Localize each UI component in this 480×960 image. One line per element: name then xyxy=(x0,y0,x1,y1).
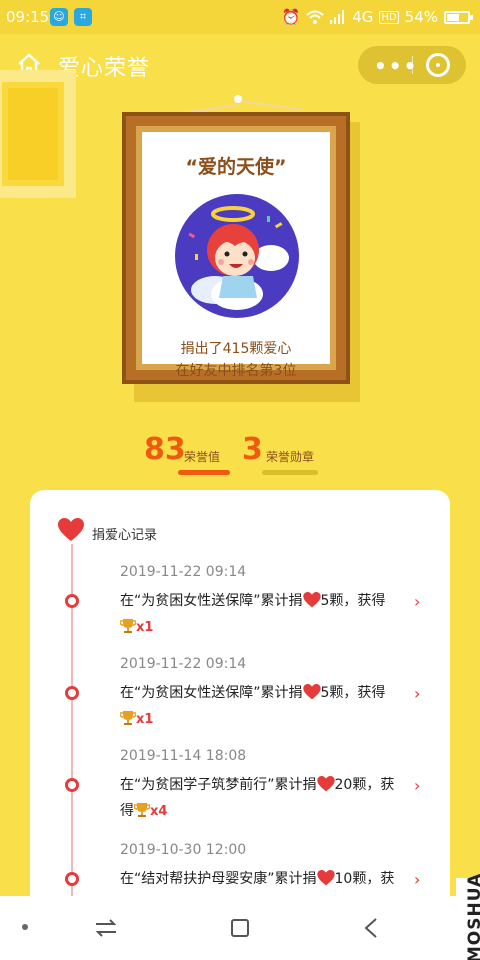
chevron-right-icon[interactable]: › xyxy=(414,776,420,795)
network-type: 4G xyxy=(352,8,374,26)
recents-square-icon[interactable] xyxy=(226,914,254,942)
donation-records-card: 捐爱心记录 2019-11-22 09:14 在“为贫困女性送保障”累计捐 5颗，… xyxy=(30,490,450,910)
medal-label[interactable]: 荣誉勋章 xyxy=(266,448,314,465)
angel-icon xyxy=(188,206,289,310)
record-project: 在“为贫困学子筑梦前行”累计捐 xyxy=(120,777,317,793)
record-text: 在“结对帮扶护母婴安康”累计捐 10颗，获 xyxy=(120,866,405,892)
status-right: ⏰ 4G HD 54% xyxy=(281,8,473,26)
timeline-dot xyxy=(65,872,79,886)
honor-stats: 83 荣誉值 3 荣誉勋章 xyxy=(0,430,480,480)
medal-multiplier: x1 xyxy=(136,620,154,635)
notification-app-icon: ☺ xyxy=(50,8,68,26)
honor-value-number: 83 xyxy=(144,432,186,467)
medal-multiplier: x4 xyxy=(150,804,168,819)
signal-icon xyxy=(330,10,345,24)
decorative-background-frame xyxy=(0,70,76,198)
nav-dot-icon[interactable] xyxy=(22,924,28,930)
chevron-right-icon[interactable]: › xyxy=(414,684,420,703)
watermark: MOSHUA xyxy=(456,873,480,960)
status-bar: 09:15 ☺ ⌗ ⏰ 4G HD 54% xyxy=(0,0,480,34)
timeline-dot xyxy=(65,778,79,792)
battery-icon xyxy=(444,10,473,24)
heart-icon xyxy=(316,776,335,792)
chevron-right-icon[interactable]: › xyxy=(414,592,420,611)
heart-icon xyxy=(58,518,84,541)
trophy-icon xyxy=(120,619,136,633)
frame-wire-right xyxy=(239,100,302,111)
wifi-icon xyxy=(306,10,324,24)
medal-multiplier: x1 xyxy=(136,712,154,727)
chevron-right-icon[interactable]: › xyxy=(414,870,420,889)
record-date: 2019-11-14 18:08 xyxy=(120,748,247,764)
mini-program-capsule: ••• xyxy=(358,46,466,84)
switch-app-icon[interactable] xyxy=(92,914,120,942)
record-project: 在“为贫困女性送保障”累计捐 xyxy=(120,685,303,701)
honor-canvas: “爱的天使” 捐出了415颗爱心 在好友中排名第3位 xyxy=(142,132,330,379)
trophy-icon xyxy=(120,711,136,725)
record-amount: 10颗，获 xyxy=(334,871,395,887)
system-navigation-bar xyxy=(0,896,480,960)
heart-icon xyxy=(302,592,321,608)
record-text: 在“为贫困学子筑梦前行”累计捐 20颗，获得 x4 xyxy=(120,772,405,825)
timeline-dot xyxy=(65,594,79,608)
honor-value-tab-indicator xyxy=(178,470,230,475)
honor-value-label[interactable]: 荣誉值 xyxy=(184,448,220,465)
honor-donation-line: 捐出了415颗爱心 xyxy=(180,341,292,357)
medal-count-number: 3 xyxy=(242,432,263,467)
honor-title: “爱的天使” xyxy=(185,156,287,178)
frame-nail xyxy=(234,95,242,103)
record-project: 在“结对帮扶护母婴安康”累计捐 xyxy=(120,871,317,887)
close-mini-program-button[interactable] xyxy=(426,53,450,77)
records-heading: 捐爱心记录 xyxy=(92,528,158,543)
record-date: 2019-11-22 09:14 xyxy=(120,564,247,580)
alarm-icon: ⏰ xyxy=(281,8,301,26)
record-project: 在“为贫困女性送保障”累计捐 xyxy=(120,593,303,609)
medal-tab-indicator xyxy=(262,470,318,475)
notification-scan-icon: ⌗ xyxy=(74,8,92,26)
record-amount: 5颗，获得 xyxy=(320,685,386,701)
record-amount: 5颗，获得 xyxy=(320,593,386,609)
back-arrow-icon[interactable] xyxy=(358,914,386,942)
record-text: 在“为贫困女性送保障”累计捐 5颗，获得 x1 xyxy=(120,588,405,641)
honor-rank-line: 在好友中排名第3位 xyxy=(175,363,297,379)
honor-frame: “爱的天使” 捐出了415颗爱心 在好友中排名第3位 xyxy=(122,112,350,384)
record-date: 2019-11-22 09:14 xyxy=(120,656,247,672)
angel-badge xyxy=(175,194,299,318)
status-time: 09:15 xyxy=(6,8,50,26)
trophy-icon xyxy=(134,803,150,817)
record-date: 2019-10-30 12:00 xyxy=(120,842,247,858)
timeline-dot xyxy=(65,686,79,700)
record-text: 在“为贫困女性送保障”累计捐 5颗，获得 x1 xyxy=(120,680,405,733)
heart-icon xyxy=(302,684,321,700)
hd-badge: HD xyxy=(379,10,399,24)
battery-percent: 54% xyxy=(404,8,438,26)
heart-icon xyxy=(316,870,335,886)
capsule-divider xyxy=(412,56,413,74)
